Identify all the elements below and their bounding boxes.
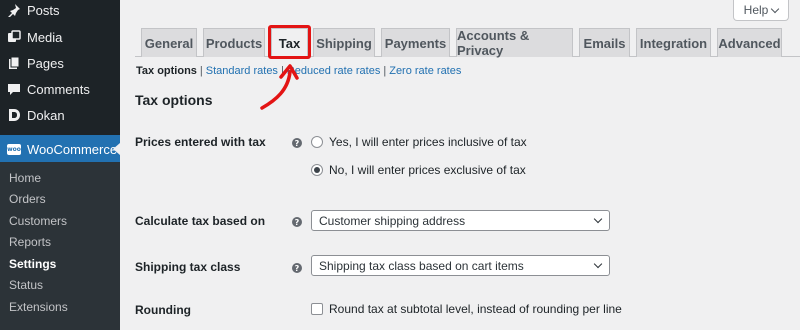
rounding-checkbox-row[interactable]: Round tax at subtotal level, instead of … <box>311 302 622 316</box>
subnav-separator: | <box>199 65 203 77</box>
media-icon <box>7 30 21 44</box>
section-title: Tax options <box>135 92 213 108</box>
submenu-item-home[interactable]: Home <box>9 171 41 185</box>
select-value: Customer shipping address <box>319 213 466 228</box>
woocommerce-icon: woo <box>7 143 21 155</box>
sidebar-item-pages[interactable]: Pages <box>0 50 120 76</box>
sidebar-item-label: Posts <box>27 2 60 18</box>
subnav-link-zero-rates[interactable]: Zero rate rates <box>389 65 461 77</box>
pages-icon <box>7 56 21 70</box>
radio-prices-exclusive[interactable]: No, I will enter prices exclusive of tax <box>311 163 526 177</box>
help-label: Help <box>743 3 769 17</box>
submenu-item-customers[interactable]: Customers <box>9 214 67 228</box>
submenu-item-orders[interactable]: Orders <box>9 192 46 206</box>
prices-entered-label: Prices entered with tax <box>135 135 266 149</box>
tab-payments[interactable]: Payments <box>381 28 450 57</box>
tab-advanced[interactable]: Advanced <box>717 28 782 57</box>
sidebar-item-label: Dokan <box>27 107 65 123</box>
current-menu-pointer <box>113 143 120 155</box>
submenu-item-reports[interactable]: Reports <box>9 235 51 249</box>
annotation-arrow-icon <box>260 64 299 110</box>
submenu-item-extensions[interactable]: Extensions <box>9 300 68 314</box>
tab-shipping[interactable]: Shipping <box>313 28 375 57</box>
radio-prices-inclusive[interactable]: Yes, I will enter prices inclusive of ta… <box>311 135 527 149</box>
subnav-current: Tax options <box>136 65 197 77</box>
sidebar-item-dokan[interactable]: Dokan <box>0 102 120 128</box>
help-tip-icon[interactable]: ? <box>292 263 302 273</box>
submenu-item-status[interactable]: Status <box>9 278 43 292</box>
sidebar-item-woocommerce[interactable]: woo WooCommerce <box>0 135 120 163</box>
tab-emails[interactable]: Emails <box>579 28 630 57</box>
admin-sidebar: Posts Media Pages Comments Dokan woo Woo… <box>0 0 120 330</box>
rounding-label: Rounding <box>135 303 191 317</box>
sidebar-item-media[interactable]: Media <box>0 24 120 50</box>
sidebar-item-label: Pages <box>27 55 64 71</box>
pin-icon <box>7 3 21 17</box>
tax-tab-highlight <box>268 25 311 59</box>
radio-label: Yes, I will enter prices inclusive of ta… <box>329 135 527 149</box>
help-tip-icon[interactable]: ? <box>292 217 302 227</box>
help-tip-icon[interactable]: ? <box>292 138 302 148</box>
sidebar-item-label: Media <box>27 29 63 45</box>
radio-button[interactable] <box>311 136 323 148</box>
sidebar-item-label: Comments <box>27 81 90 97</box>
chevron-down-icon <box>771 4 780 13</box>
sidebar-item-posts[interactable]: Posts <box>0 0 120 23</box>
tab-integration[interactable]: Integration <box>636 28 711 57</box>
tab-accounts-privacy[interactable]: Accounts & Privacy <box>456 28 573 58</box>
tab-general[interactable]: General <box>141 28 197 57</box>
sidebar-item-comments[interactable]: Comments <box>0 76 120 102</box>
comments-icon <box>7 82 21 96</box>
sidebar-item-label: WooCommerce <box>27 141 118 157</box>
rounding-checkbox[interactable] <box>311 303 323 315</box>
dokan-icon <box>7 108 21 122</box>
shipping-tax-class-label: Shipping tax class <box>135 260 241 274</box>
select-value: Shipping tax class based on cart items <box>319 258 524 273</box>
checkbox-label: Round tax at subtotal level, instead of … <box>329 302 622 316</box>
woocommerce-submenu: Home Orders Customers Reports Settings S… <box>0 162 120 330</box>
radio-label: No, I will enter prices exclusive of tax <box>329 163 526 177</box>
subnav-separator: | <box>383 65 387 77</box>
tab-products[interactable]: Products <box>203 28 265 57</box>
help-button[interactable]: Help <box>733 0 789 21</box>
calculate-based-on-label: Calculate tax based on <box>135 214 266 228</box>
submenu-item-settings[interactable]: Settings <box>9 257 56 271</box>
chevron-down-icon <box>593 259 603 269</box>
radio-button[interactable] <box>311 164 323 176</box>
calculate-based-on-select[interactable]: Customer shipping address <box>311 210 610 231</box>
shipping-tax-class-select[interactable]: Shipping tax class based on cart items <box>311 255 610 276</box>
chevron-down-icon <box>593 214 603 224</box>
